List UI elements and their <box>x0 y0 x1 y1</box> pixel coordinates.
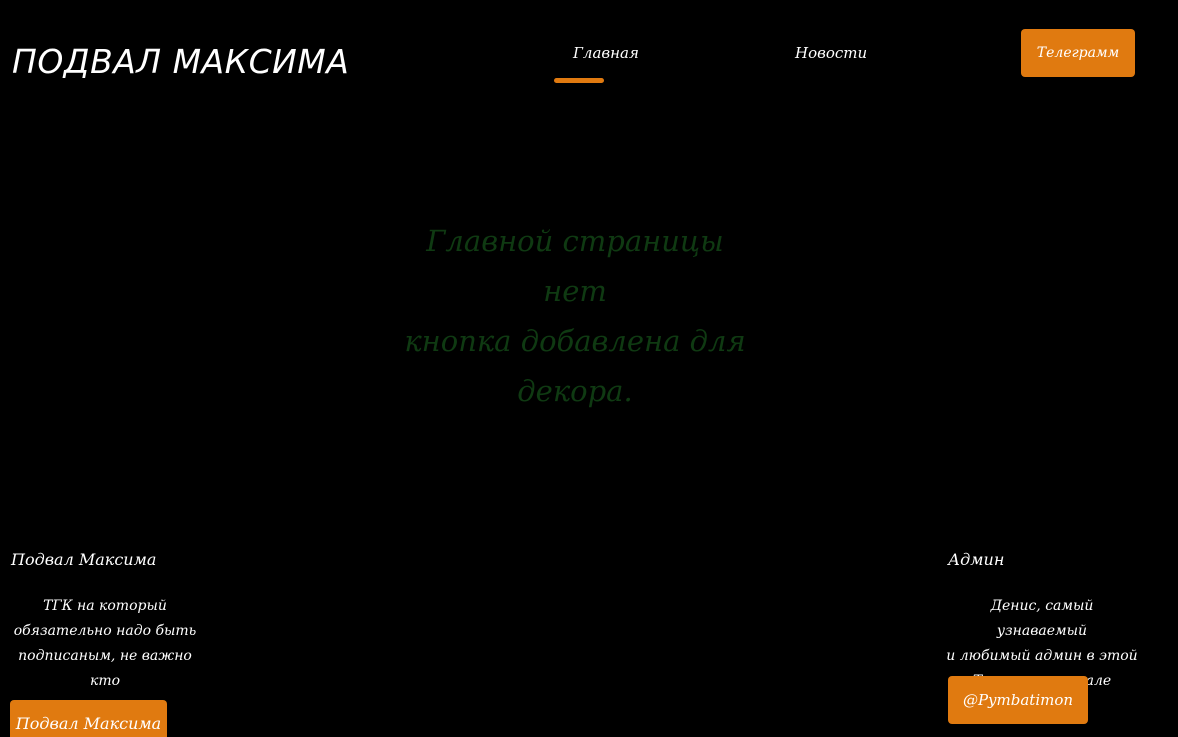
footer-admin-title: Админ <box>948 550 1005 569</box>
hero-message: Главной страницы нет кнопка добавлена дл… <box>395 216 755 416</box>
footer-channel-description-line: обязательно надо быть <box>13 623 197 639</box>
telegram-button[interactable]: Телеграмм <box>1021 29 1135 77</box>
footer-channel-button[interactable]: Подвал Максима <box>10 700 167 737</box>
admin-contact-button[interactable]: @Pymbatimon <box>948 676 1088 724</box>
nav-link-news[interactable]: Новости <box>795 44 867 62</box>
footer-admin-description-line: и любимый админ в этой <box>946 648 1138 664</box>
nav-active-indicator <box>554 78 604 83</box>
site-logo: ПОДВАЛ МАКСИМА <box>12 42 350 81</box>
hero-message-line: Главной страницы нет <box>426 224 724 308</box>
footer-channel-description-line: ТГК на который <box>43 598 167 614</box>
footer-admin-description-line: Денис, самый узнаваемый <box>990 598 1094 639</box>
footer-channel-title: Подвал Максима <box>11 550 157 569</box>
hero-message-line: декора. <box>517 374 633 408</box>
nav-link-home[interactable]: Главная <box>573 44 639 62</box>
footer-channel-description-line: подписаным, не важно кто <box>18 648 192 689</box>
hero-message-line: кнопка добавлена для <box>404 324 746 358</box>
